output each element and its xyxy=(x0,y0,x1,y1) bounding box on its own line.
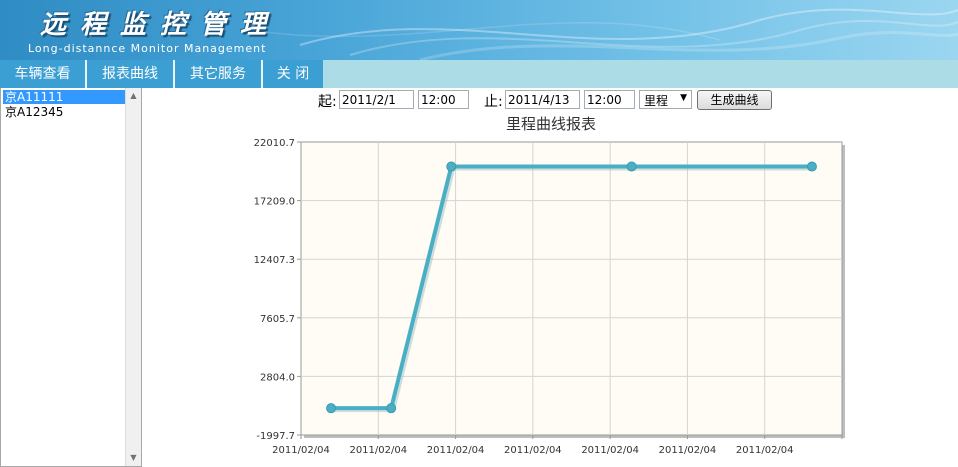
plot-area xyxy=(300,141,843,436)
nav-close[interactable]: 关 闭 xyxy=(263,60,323,88)
data-point xyxy=(326,403,337,414)
metric-select[interactable]: 里程 ▼ xyxy=(639,90,692,109)
vehicle-list-scrollbar[interactable]: ▲ ▼ xyxy=(125,88,141,466)
start-time-input[interactable] xyxy=(418,90,469,109)
y-tick-label: 2804.0 xyxy=(260,372,295,383)
end-time-input[interactable] xyxy=(584,90,635,109)
chevron-down-icon: ▼ xyxy=(680,93,687,103)
mileage-line-chart: 22010.7 17209.0 12407.3 7605.7 2804.0 -1997.7… xyxy=(254,138,845,456)
vehicle-list[interactable]: 京A11111 京A12345 ▲ ▼ xyxy=(0,88,142,467)
y-tick-label: -1997.7 xyxy=(256,431,295,442)
app-header: 远程监控管理 Long-distannce Monitor Management xyxy=(0,0,958,60)
main-nav: 车辆查看 报表曲线 其它服务 关 闭 xyxy=(0,60,958,88)
metric-select-value: 里程 xyxy=(644,94,669,108)
x-tick-label: 2011/02/04 xyxy=(659,445,717,456)
y-tick-label: 12407.3 xyxy=(254,255,295,266)
data-point xyxy=(806,161,817,172)
app-title: 远程监控管理 xyxy=(40,10,281,40)
y-tick-label: 22010.7 xyxy=(254,138,295,149)
nav-vehicle-view[interactable]: 车辆查看 xyxy=(0,60,85,88)
end-date-input[interactable] xyxy=(505,90,580,109)
start-label: 起: xyxy=(318,94,337,110)
x-tick-label: 2011/02/04 xyxy=(504,445,562,456)
generate-curve-button[interactable]: 生成曲线 xyxy=(697,90,772,110)
x-tick-label: 2011/02/04 xyxy=(272,445,330,456)
start-date-input[interactable] xyxy=(339,90,414,109)
x-tick-label: 2011/02/04 xyxy=(581,445,639,456)
nav-other-services[interactable]: 其它服务 xyxy=(175,60,261,88)
x-tick-label: 2011/02/04 xyxy=(427,445,485,456)
vehicle-list-item[interactable]: 京A11111 xyxy=(3,90,125,104)
scroll-up-icon[interactable]: ▲ xyxy=(126,88,141,104)
vehicle-list-item[interactable]: 京A12345 xyxy=(3,105,125,119)
scroll-down-icon[interactable]: ▼ xyxy=(126,450,141,466)
y-tick-label: 7605.7 xyxy=(260,314,295,325)
data-point xyxy=(386,403,397,414)
app-subtitle: Long-distannce Monitor Management xyxy=(28,42,267,55)
y-tick-label: 17209.0 xyxy=(254,197,295,208)
data-point xyxy=(446,161,457,172)
x-tick-label: 2011/02/04 xyxy=(349,445,407,456)
data-point xyxy=(626,161,637,172)
x-tick-label: 2011/02/04 xyxy=(736,445,794,456)
nav-report-curve[interactable]: 报表曲线 xyxy=(87,60,173,88)
end-label: 止: xyxy=(484,94,503,110)
